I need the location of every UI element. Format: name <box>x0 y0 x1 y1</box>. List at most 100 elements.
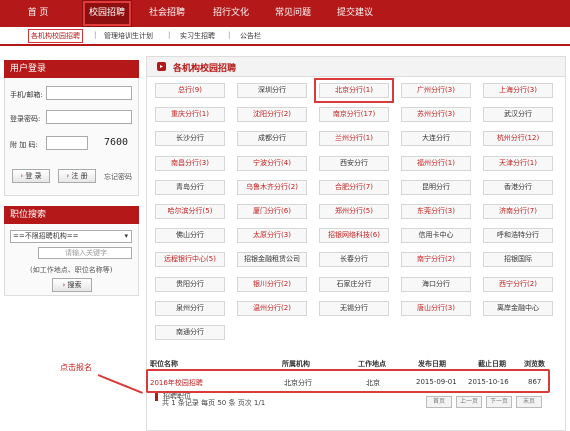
branch-button[interactable]: 总行(9) <box>155 83 225 98</box>
branch-button[interactable]: 兰州分行(1) <box>319 131 389 147</box>
branch-button[interactable]: 南宁分行(2) <box>401 252 471 268</box>
main-title-bar: ▸ 各机构校园招聘 <box>147 57 565 77</box>
branch-button[interactable]: 西宁分行(2) <box>483 276 553 292</box>
branch-button[interactable]: 远程银行中心(5) <box>155 252 225 268</box>
subnav-announcements[interactable]: 公告栏 <box>240 31 261 41</box>
captcha-input[interactable] <box>46 136 88 150</box>
nav-culture[interactable]: 招行文化 <box>204 0 258 27</box>
branch-button[interactable]: 大连分行 <box>401 131 471 147</box>
branch-button[interactable]: 招银网络科技(6) <box>319 228 389 244</box>
search-hint: (如工作地点、职位名称等) <box>30 266 113 274</box>
subnav-branch-recruitment[interactable]: 各机构校园招聘 <box>28 29 83 43</box>
login-button[interactable]: › 登 录 <box>12 169 50 183</box>
branch-button[interactable]: 北京分行(1) <box>314 78 394 103</box>
branch-button[interactable]: 海口分行 <box>401 276 471 292</box>
branch-button[interactable]: 东莞分行(3) <box>401 204 471 219</box>
login-panel-title: 用户登录 <box>4 60 139 78</box>
col-header-deadline: 截止日期 <box>478 360 506 368</box>
job-deadline: 2015-10-16 <box>468 378 509 386</box>
register-button[interactable]: › 注 册 <box>58 169 96 183</box>
pager-last-button[interactable]: 末页 <box>516 396 542 408</box>
branch-button[interactable]: 上海分行(3) <box>483 83 553 98</box>
login-button-label: 登 录 <box>25 172 42 180</box>
subnav-separator: | <box>228 31 231 39</box>
subnav-separator: | <box>168 31 171 39</box>
forgot-password-link[interactable]: 忘记密码 <box>104 172 132 182</box>
branch-button[interactable]: 泉州分行 <box>155 300 225 316</box>
captcha-label: 附 加 码: <box>10 141 38 149</box>
branch-button[interactable]: 沈阳分行(2) <box>237 107 307 123</box>
branch-button[interactable]: 唐山分行(3) <box>401 300 471 316</box>
branch-button[interactable]: 武汉分行 <box>483 107 553 123</box>
org-select[interactable]: ==不限招聘机构== ▾ <box>10 230 132 243</box>
branch-button[interactable]: 宁波分行(4) <box>237 155 307 171</box>
password-input[interactable] <box>46 110 132 124</box>
phone-input[interactable] <box>46 86 132 100</box>
nav-home[interactable]: 首 页 <box>14 0 62 27</box>
branch-button[interactable]: 合肥分行(7) <box>319 179 389 195</box>
chevron-down-icon: ▾ <box>124 232 128 240</box>
branch-button[interactable]: 青岛分行 <box>155 179 225 195</box>
subnav-intern[interactable]: 实习生招聘 <box>180 31 215 41</box>
branch-button[interactable]: 厦门分行(6) <box>237 204 307 219</box>
branch-button[interactable]: 长春分行 <box>319 252 389 268</box>
branch-button[interactable]: 南通分行 <box>155 325 225 340</box>
org-select-value: ==不限招聘机构== <box>13 232 79 240</box>
branch-button[interactable]: 银川分行(2) <box>237 276 307 292</box>
nav-social-recruitment[interactable]: 社会招聘 <box>140 0 194 27</box>
subnav-separator: | <box>94 31 97 39</box>
branch-button[interactable]: 苏州分行(3) <box>401 107 471 123</box>
branch-button[interactable]: 信用卡中心 <box>401 228 471 244</box>
branch-button[interactable]: 香港分行 <box>483 179 553 195</box>
branch-button[interactable]: 贵阳分行 <box>155 276 225 292</box>
branch-button[interactable]: 福州分行(1) <box>401 155 471 171</box>
branch-button[interactable]: 杭州分行(12) <box>483 131 553 147</box>
branch-button[interactable]: 招银金融租赁公司 <box>237 252 307 268</box>
main-title: 各机构校园招聘 <box>173 64 237 74</box>
branch-button[interactable]: 长沙分行 <box>155 131 225 147</box>
col-header-org: 所属机构 <box>282 360 310 368</box>
annotation-arrow <box>97 374 143 394</box>
pager-first-button[interactable]: 首页 <box>426 396 452 408</box>
search-button[interactable]: › 搜索 <box>52 278 92 292</box>
keyword-placeholder: 请输入关键字 <box>65 249 107 257</box>
branch-button[interactable]: 呼和浩特分行 <box>483 228 553 244</box>
subnav-management-trainee[interactable]: 管理培训生计划 <box>104 31 153 41</box>
captcha-image: 7600 <box>104 137 129 148</box>
branch-button[interactable]: 乌鲁木齐分行(2) <box>237 179 307 195</box>
col-header-location: 工作地点 <box>358 360 386 368</box>
branch-button[interactable]: 济南分行(7) <box>483 204 553 219</box>
nav-faq[interactable]: 常见问题 <box>266 0 320 27</box>
pager-next-button[interactable]: 下一页 <box>486 396 512 408</box>
branch-button[interactable]: 天津分行(1) <box>483 155 553 171</box>
sub-navigation: 各机构校园招聘 | 管理培训生计划 | 实习生招聘 | 公告栏 <box>0 27 570 46</box>
branch-button[interactable]: 招银国际 <box>483 252 553 268</box>
branch-button[interactable]: 深圳分行 <box>237 83 307 98</box>
branch-button[interactable]: 温州分行(2) <box>237 300 307 316</box>
nav-submit-suggestion[interactable]: 提交建议 <box>328 0 382 27</box>
pager-summary: 共 1 条记录 每页 50 条 页次 1/1 <box>162 399 266 407</box>
branch-button[interactable]: 昆明分行 <box>401 179 471 195</box>
branch-button[interactable]: 西安分行 <box>319 155 389 171</box>
nav-campus-recruitment[interactable]: 校园招聘 <box>82 0 132 27</box>
branch-button[interactable]: 无锡分行 <box>319 300 389 316</box>
job-views: 867 <box>528 378 542 386</box>
branch-button[interactable]: 石家庄分行 <box>319 276 389 292</box>
pager-prev-button[interactable]: 上一页 <box>456 396 482 408</box>
branch-button[interactable]: 成都分行 <box>237 131 307 147</box>
job-name-link[interactable]: 2016年校园招聘 <box>150 378 203 388</box>
branch-button[interactable]: 离岸金融中心 <box>483 300 553 316</box>
branch-button[interactable]: 广州分行(3) <box>401 83 471 98</box>
branch-button[interactable]: 重庆分行(1) <box>155 107 225 123</box>
branch-button[interactable]: 哈尔滨分行(5) <box>155 204 225 219</box>
branch-button[interactable]: 南京分行(17) <box>319 107 389 123</box>
job-publish-date: 2015-09-01 <box>416 378 457 386</box>
job-location: 北京 <box>366 379 380 387</box>
top-navigation: 首 页 校园招聘 社会招聘 招行文化 常见问题 提交建议 <box>0 0 570 27</box>
branch-button[interactable]: 南昌分行(3) <box>155 155 225 171</box>
branch-button[interactable]: 佛山分行 <box>155 228 225 244</box>
branch-button[interactable]: 太原分行(3) <box>237 228 307 244</box>
branch-button[interactable]: 郑州分行(5) <box>319 204 389 219</box>
col-header-publish-date: 发布日期 <box>418 360 446 368</box>
keyword-input[interactable]: 请输入关键字 <box>38 247 132 259</box>
